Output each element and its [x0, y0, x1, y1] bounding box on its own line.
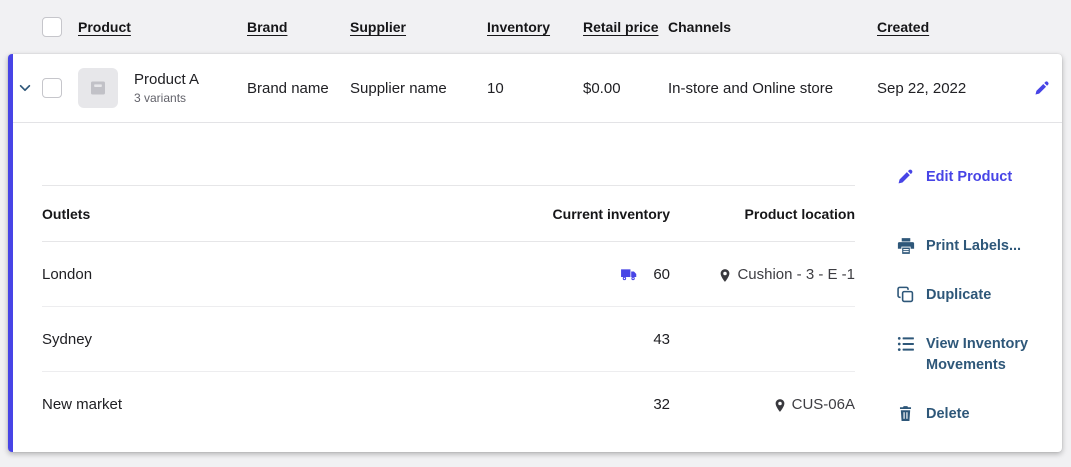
column-header-retail-price[interactable]: Retail price: [583, 19, 668, 35]
product-variants: 3 variants: [134, 91, 187, 106]
column-header-created[interactable]: Created: [877, 19, 1030, 35]
product-location-value: Cushion - 3 - E -1: [737, 265, 855, 283]
outlet-inventory-count: 32: [653, 395, 670, 413]
shipment-truck-icon[interactable]: [620, 267, 639, 282]
row-action-menu: Edit Product Print Labels... Duplicate V…: [897, 123, 1059, 436]
action-label: Delete: [926, 406, 970, 423]
box-icon: [91, 81, 105, 95]
outlet-row: London 60 Cushion - 3 - E -1: [42, 242, 855, 307]
outlets-table: Outlets Current inventory Product locati…: [42, 123, 855, 436]
column-header-brand[interactable]: Brand: [247, 19, 350, 35]
product-name[interactable]: Product A: [134, 71, 247, 90]
delete-button[interactable]: Delete: [897, 404, 1059, 425]
product-row-card: Product A 3 variants Brand name Supplier…: [8, 54, 1062, 452]
column-header-supplier[interactable]: Supplier: [350, 19, 487, 35]
pencil-icon: [1035, 81, 1049, 95]
printer-icon: [897, 237, 915, 255]
action-label: Print Labels...: [926, 238, 1022, 255]
view-inventory-movements-button[interactable]: View Inventory Movements: [897, 334, 1059, 376]
row-checkbox[interactable]: [42, 78, 62, 98]
outlet-inventory-count: 43: [653, 330, 670, 348]
edit-product-button[interactable]: Edit Product: [897, 167, 1059, 188]
column-header-inventory[interactable]: Inventory: [487, 19, 583, 35]
pencil-icon: [897, 168, 915, 185]
current-inventory-header: Current inventory: [552, 205, 670, 222]
outlets-header: Outlets: [42, 205, 91, 222]
action-label: View Inventory Movements: [926, 336, 1029, 374]
row-retail-price: $0.00: [583, 79, 621, 97]
expanded-detail-panel: Outlets Current inventory Product locati…: [8, 123, 1062, 436]
location-pin-icon: [773, 398, 787, 413]
selected-row-accent-bar: [8, 54, 13, 452]
row-inventory: 10: [487, 79, 504, 97]
outlet-inventory-count: 60: [653, 265, 670, 283]
action-label: Duplicate: [926, 287, 992, 304]
row-channels: In-store and Online store: [668, 79, 834, 97]
outlet-name: London: [42, 265, 93, 283]
outlet-name: Sydney: [42, 330, 93, 348]
select-all-checkbox[interactable]: [42, 17, 62, 37]
row-brand: Brand name: [247, 79, 329, 97]
product-image-placeholder: [78, 68, 118, 108]
action-label: Edit Product: [926, 169, 1013, 185]
row-edit-button[interactable]: [1030, 80, 1054, 96]
outlet-row: Sydney 43: [42, 307, 855, 372]
column-header-channels: Channels: [668, 19, 732, 35]
duplicate-icon: [897, 286, 915, 303]
trash-icon: [897, 405, 915, 422]
print-labels-button[interactable]: Print Labels...: [897, 236, 1059, 257]
products-page: Product Brand Supplier Inventory Retail …: [0, 0, 1071, 467]
row-supplier: Supplier name: [350, 79, 447, 97]
list-icon: [897, 335, 915, 353]
row-created: Sep 22, 2022: [877, 79, 967, 97]
chevron-down-icon[interactable]: [18, 81, 32, 95]
table-row[interactable]: Product A 3 variants Brand name Supplier…: [8, 54, 1062, 123]
outlet-name: New market: [42, 395, 123, 413]
table-header: Product Brand Supplier Inventory Retail …: [0, 0, 1071, 54]
product-location-header: Product location: [744, 205, 855, 222]
product-location-value: CUS-06A: [791, 395, 855, 413]
duplicate-button[interactable]: Duplicate: [897, 285, 1059, 306]
column-header-product[interactable]: Product: [78, 19, 247, 35]
outlet-row: New market 32 CUS-06A: [42, 372, 855, 436]
outlets-table-header: Outlets Current inventory Product locati…: [42, 185, 855, 242]
location-pin-icon: [718, 268, 732, 283]
